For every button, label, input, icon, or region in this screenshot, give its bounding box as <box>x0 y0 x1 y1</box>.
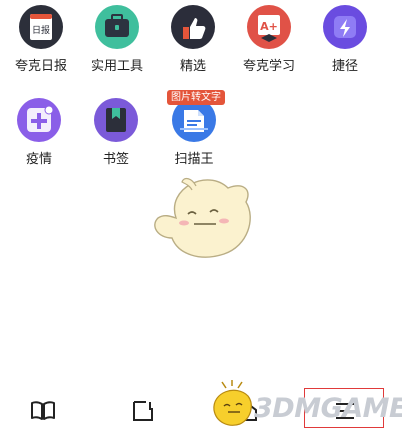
app-quark-study[interactable]: A+ 夸克学习 <box>234 5 304 73</box>
app-utility-tools[interactable]: 实用工具 <box>82 5 152 73</box>
app-label: 疫情 <box>25 151 52 166</box>
app-label: 扫描王 <box>174 151 214 166</box>
app-epidemic[interactable]: 疫情 <box>4 98 74 166</box>
daily-news-icon: 日报 <box>19 5 63 49</box>
mascot-illustration <box>148 168 260 264</box>
app-shortcut[interactable]: 捷径 <box>310 5 380 73</box>
app-label: 夸克日报 <box>14 58 67 73</box>
app-bookmark[interactable]: 书签 <box>81 98 151 166</box>
toolbox-icon <box>95 5 139 49</box>
app-label: 精选 <box>179 58 206 73</box>
bookmarks-book-icon[interactable] <box>28 396 58 426</box>
app-featured[interactable]: 精选 <box>158 5 228 73</box>
bookmark-icon <box>94 98 138 142</box>
study-icon: A+ <box>247 5 291 49</box>
lightning-icon <box>323 5 367 49</box>
app-scanner[interactable]: 扫描王 <box>159 98 229 166</box>
watermark-mascot-icon <box>206 380 256 428</box>
medical-cross-icon <box>17 98 61 142</box>
app-label: 夸克学习 <box>242 58 295 73</box>
app-label: 书签 <box>102 151 129 166</box>
watermark-text: 3DMGAME <box>254 393 402 424</box>
app-label: 实用工具 <box>90 58 143 73</box>
tabs-icon[interactable] <box>128 396 158 426</box>
thumbs-up-icon <box>171 5 215 49</box>
svg-text:A+: A+ <box>260 20 278 33</box>
new-feature-badge: 图片转文字 <box>167 90 225 105</box>
app-label: 捷径 <box>331 58 358 73</box>
svg-text:日报: 日报 <box>32 24 50 36</box>
app-quark-daily[interactable]: 日报 夸克日报 <box>6 5 76 73</box>
